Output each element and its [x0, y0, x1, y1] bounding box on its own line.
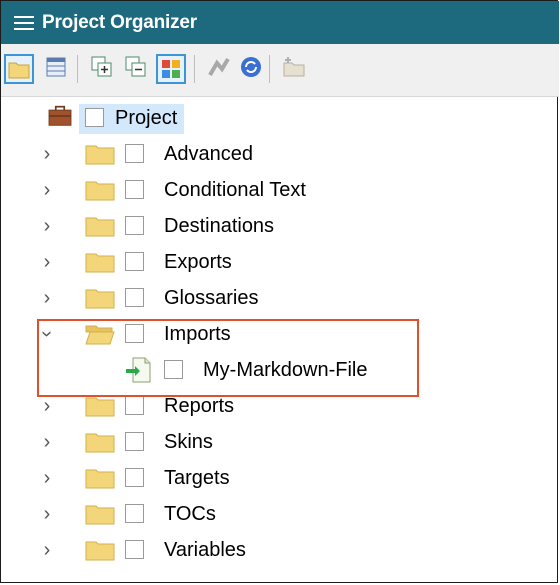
folder-icon — [85, 145, 115, 165]
title-bar: Project Organizer — [1, 1, 559, 44]
checkbox[interactable] — [125, 144, 144, 163]
open-folder-icon — [85, 325, 115, 345]
checkbox[interactable] — [125, 432, 144, 451]
color-grid-icon — [162, 60, 180, 78]
chevron-right-icon[interactable]: › — [37, 502, 57, 526]
checkbox[interactable] — [125, 468, 144, 487]
folder-view-button[interactable] — [4, 54, 34, 84]
tree-item-label: TOCs — [164, 503, 216, 525]
chevron-right-icon[interactable]: › — [37, 394, 57, 418]
tree-item-imports[interactable]: › Imports — [1, 317, 559, 351]
expand-all-button[interactable] — [87, 54, 117, 84]
publish-icon — [208, 57, 230, 77]
checkbox[interactable] — [125, 324, 144, 343]
folder-icon — [85, 433, 115, 453]
menu-icon[interactable] — [14, 12, 34, 34]
new-item-icon — [283, 57, 305, 77]
project-tree: Project › Advanced › Conditional Text › … — [1, 96, 559, 584]
tree-item-label: Imports — [164, 323, 231, 345]
tree-root-project[interactable]: Project — [1, 101, 559, 135]
tree-item-advanced[interactable]: › Advanced — [1, 137, 559, 171]
tree-item-destinations[interactable]: › Destinations — [1, 209, 559, 243]
folder-icon — [85, 217, 115, 237]
tree-item-conditional-text[interactable]: › Conditional Text — [1, 173, 559, 207]
tree-item-label: Advanced — [164, 143, 253, 165]
folder-icon — [85, 469, 115, 489]
folder-icon — [85, 505, 115, 525]
expand-all-icon — [91, 56, 112, 77]
tree-item-label: Destinations — [164, 215, 275, 237]
checkbox[interactable] — [125, 540, 144, 559]
new-item-button[interactable] — [279, 54, 309, 84]
checkbox[interactable] — [125, 288, 144, 307]
tree-item-label: Variables — [164, 539, 246, 561]
tree-item-tocs[interactable]: › TOCs — [1, 497, 559, 531]
chevron-right-icon[interactable]: › — [37, 286, 57, 310]
tree-item-label: Project — [115, 107, 178, 129]
grid-view-button[interactable] — [41, 54, 71, 84]
publish-button[interactable] — [204, 54, 234, 84]
tree-item-variables[interactable]: › Variables — [1, 533, 559, 567]
folder-icon — [85, 289, 115, 309]
tree-item-glossaries[interactable]: › Glossaries — [1, 281, 559, 315]
collapse-all-button[interactable] — [121, 54, 151, 84]
checkbox[interactable] — [85, 108, 104, 127]
chevron-right-icon[interactable]: › — [37, 430, 57, 454]
color-grid-button[interactable] — [156, 54, 186, 84]
tree-item-label: Targets — [164, 467, 230, 489]
folder-view-icon — [8, 62, 30, 79]
chevron-right-icon[interactable]: › — [37, 538, 57, 562]
tree-item-label: Skins — [164, 431, 213, 453]
chevron-down-icon[interactable]: › — [35, 324, 59, 344]
briefcase-icon — [48, 105, 72, 126]
tree-item-label: My-Markdown-File — [203, 359, 368, 381]
checkbox[interactable] — [125, 180, 144, 199]
toolbar — [1, 44, 559, 97]
refresh-icon — [241, 57, 261, 77]
tree-item-exports[interactable]: › Exports — [1, 245, 559, 279]
checkbox[interactable] — [125, 252, 144, 271]
tree-item-label: Glossaries — [164, 287, 259, 309]
toolbar-separator — [77, 55, 78, 83]
chevron-right-icon[interactable]: › — [37, 178, 57, 202]
project-organizer-panel: Project Organizer Project › Advanced › C… — [0, 0, 559, 584]
import-file-icon — [126, 357, 151, 383]
chevron-right-icon[interactable]: › — [37, 250, 57, 274]
toolbar-separator — [194, 55, 195, 83]
folder-icon — [85, 541, 115, 561]
checkbox[interactable] — [125, 504, 144, 523]
toolbar-separator — [269, 55, 270, 83]
checkbox[interactable] — [164, 360, 183, 379]
tree-item-targets[interactable]: › Targets — [1, 461, 559, 495]
folder-icon — [85, 397, 115, 417]
tree-item-my-markdown-file[interactable]: My-Markdown-File — [1, 353, 559, 387]
panel-title: Project Organizer — [42, 11, 197, 33]
tree-item-label: Reports — [164, 395, 235, 417]
collapse-all-icon — [125, 56, 146, 77]
checkbox[interactable] — [125, 396, 144, 415]
chevron-right-icon[interactable]: › — [37, 214, 57, 238]
tree-item-skins[interactable]: › Skins — [1, 425, 559, 459]
chevron-right-icon[interactable]: › — [37, 466, 57, 490]
tree-item-reports[interactable]: › Reports — [1, 389, 559, 423]
tree-item-label: Exports — [164, 251, 232, 273]
refresh-button[interactable] — [236, 54, 266, 84]
folder-icon — [85, 181, 115, 201]
folder-icon — [85, 253, 115, 273]
chevron-right-icon[interactable]: › — [37, 142, 57, 166]
tree-item-label: Conditional Text — [164, 179, 306, 201]
checkbox[interactable] — [125, 216, 144, 235]
grid-view-icon — [46, 57, 66, 77]
